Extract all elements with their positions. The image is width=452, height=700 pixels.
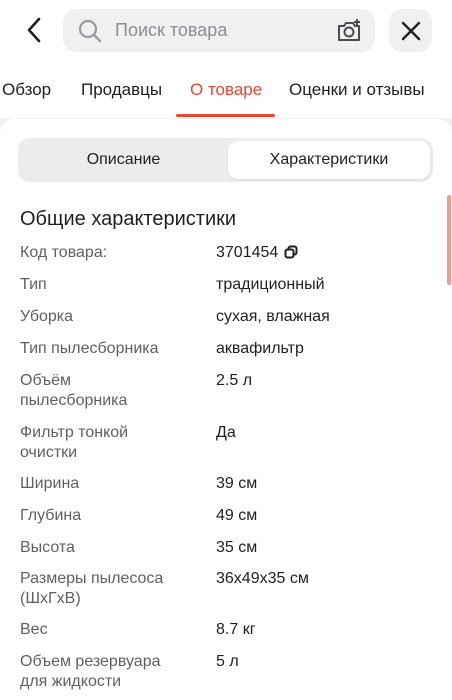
product-tabs: Обзор Продавцы О товаре Оценки и отзывы — [0, 62, 452, 118]
back-button[interactable] — [18, 12, 50, 48]
close-icon — [401, 21, 420, 40]
spec-label: Размеры пылесоса (ШхГхВ) — [20, 570, 164, 607]
close-button[interactable] — [389, 9, 432, 52]
spec-value: 49 см — [216, 507, 258, 524]
spec-label: Тип пылесборника — [20, 340, 159, 357]
camera-search-icon[interactable] — [335, 17, 363, 45]
scrollbar-thumb[interactable] — [447, 195, 451, 285]
segment-description[interactable]: Описание — [21, 141, 226, 179]
search-input[interactable] — [115, 9, 325, 52]
spec-label: Фильтр тонкой очистки — [20, 424, 129, 461]
spec-value: 35 см — [216, 539, 258, 556]
top-bar — [0, 0, 452, 62]
product-info-card: Описание Характеристики Общие характерис… — [0, 119, 452, 700]
spec-label: Код товара: — [20, 244, 108, 261]
spec-label: Вес — [20, 621, 48, 638]
tab-about-product[interactable]: О товаре — [190, 80, 262, 100]
search-icon — [78, 19, 102, 43]
spec-value: традиционный — [216, 276, 325, 293]
tab-sellers[interactable]: Продавцы — [81, 80, 162, 100]
spec-label: Высота — [20, 539, 75, 556]
copy-icon[interactable] — [284, 245, 298, 259]
spec-label: Уборка — [20, 308, 74, 325]
tab-reviews[interactable]: Оценки и отзывы — [289, 80, 425, 100]
search-box[interactable] — [63, 9, 375, 52]
spec-label: Ширина — [20, 475, 80, 492]
spec-value: 5 л — [216, 653, 239, 670]
active-tab-indicator — [176, 114, 275, 117]
spec-label: Объём пылесборника — [20, 372, 128, 409]
product-code-text: 3701454 — [216, 244, 279, 261]
spec-label: Объем резервуара для жидкости — [20, 653, 161, 690]
spec-label: Тип — [20, 276, 47, 293]
spec-value: Да — [216, 424, 236, 441]
spec-value: аквафильтр — [216, 340, 304, 357]
product-page: Обзор Продавцы О товаре Оценки и отзывы … — [0, 0, 452, 700]
spec-value-product-code: 3701454 — [216, 243, 436, 263]
spec-value: 36x49x35 см — [216, 570, 309, 587]
chevron-left-icon — [27, 17, 41, 43]
spec-value: 8.7 кг — [216, 621, 256, 638]
info-segmented-control: Описание Характеристики — [18, 138, 433, 182]
spec-value: 39 см — [216, 475, 258, 492]
section-title: Общие характеристики — [20, 208, 237, 230]
spec-value: сухая, влажная — [216, 308, 330, 325]
tab-overview[interactable]: Обзор — [2, 80, 51, 100]
spec-value: 2.5 л — [216, 372, 253, 389]
spec-label: Глубина — [20, 507, 82, 524]
segment-specifications[interactable]: Характеристики — [228, 141, 430, 179]
